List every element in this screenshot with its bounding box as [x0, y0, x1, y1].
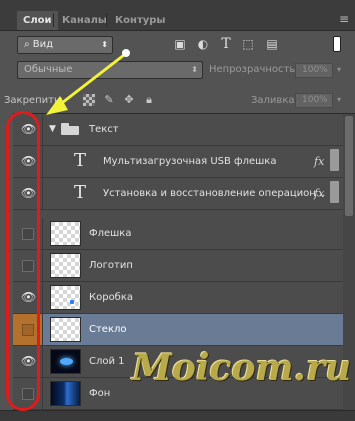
watermark: Moicom.ru — [132, 347, 352, 389]
